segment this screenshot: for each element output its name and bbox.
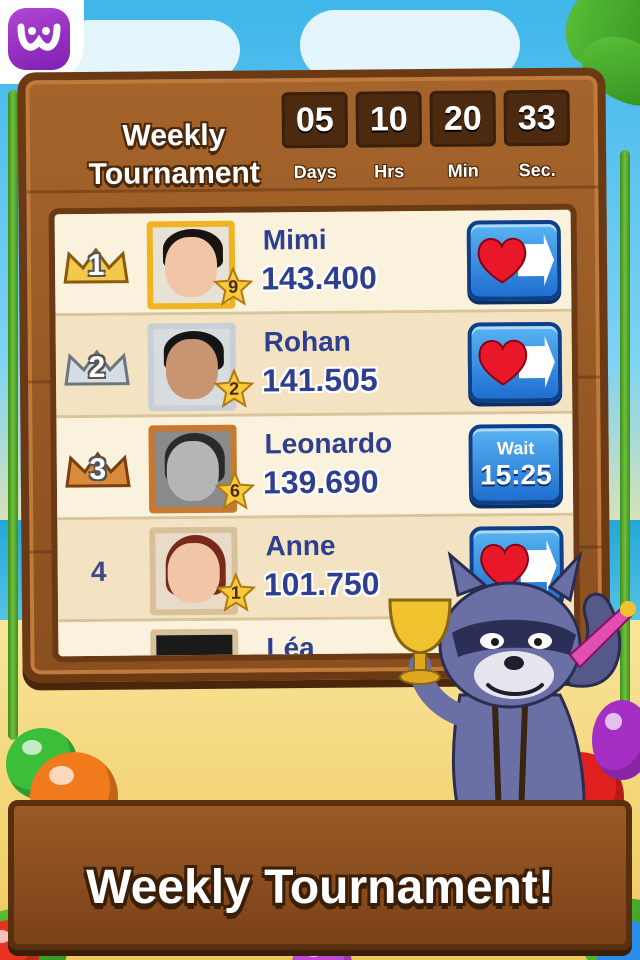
vine <box>8 90 18 740</box>
send-life-button[interactable] <box>467 321 563 403</box>
countdown-days: 05 Days <box>281 91 349 184</box>
heart-arrow-icon <box>477 233 555 286</box>
player-score: 139.690 <box>262 463 379 501</box>
send-life-button[interactable] <box>466 219 562 301</box>
player-score: 141.505 <box>261 361 378 399</box>
avatar <box>150 628 239 663</box>
player-name: Léa <box>266 632 315 663</box>
banner-title: Weekly Tournament! <box>86 861 554 914</box>
player-score: 101.750 <box>263 565 380 603</box>
player-name: Rohan <box>263 325 351 358</box>
leaderboard-row: 3 6 Leonardo 139.690 Wait 15:25 <box>56 413 574 521</box>
level-star-badge: 9 <box>213 266 254 307</box>
wait-button[interactable]: Wait 15:25 <box>468 423 564 505</box>
player-score: 143.400 <box>260 259 377 297</box>
bottom-banner: Weekly Tournament! <box>8 800 632 950</box>
w-logo-icon <box>8 8 70 70</box>
board-title: Weekly Tournament <box>88 118 260 191</box>
level-star-badge: 2 <box>213 368 255 409</box>
leaderboard-row: 1 9 Mimi 143.400 <box>54 209 572 317</box>
level-star-badge: 1 <box>215 572 257 613</box>
player-name: Anne <box>265 529 336 562</box>
leaderboard-row: 2 2 Rohan 141.505 <box>55 311 573 419</box>
player-name: Leonardo <box>264 427 393 460</box>
countdown-hours: 10 Hrs <box>355 91 423 183</box>
player-name: Mimi <box>262 223 327 256</box>
level-star-badge: 6 <box>214 470 256 511</box>
rank-badge: 1 <box>61 244 131 289</box>
countdown-minutes: 20 Min <box>429 90 497 182</box>
heart-arrow-icon <box>478 335 555 388</box>
rank-badge: 2 <box>62 346 132 391</box>
rank-badge: 3 <box>63 448 133 493</box>
countdown-seconds: 33 Sec. <box>503 89 571 182</box>
rank-badge: 4 <box>90 555 107 587</box>
